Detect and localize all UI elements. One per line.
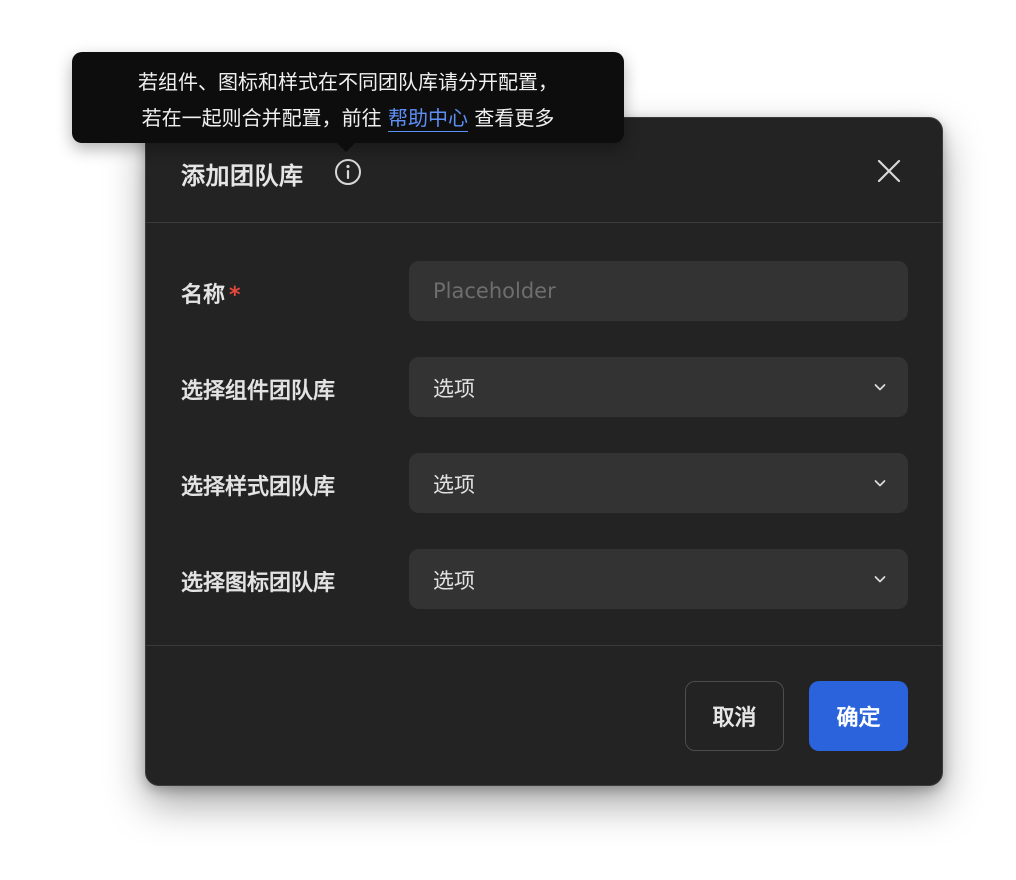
- style-library-value: 选项: [433, 473, 475, 497]
- tooltip-text: 若在一起则合并配置，前往: [141, 106, 388, 130]
- name-input[interactable]: [409, 261, 908, 321]
- add-team-library-dialog: 添加团队库 名称* 选择组件团队库 选项: [145, 117, 943, 786]
- component-library-label: 选择组件团队库: [181, 379, 336, 404]
- confirm-button[interactable]: 确定: [809, 681, 908, 751]
- name-label: 名称 *: [181, 283, 241, 308]
- tooltip-line-2: 若在一起则合并配置，前往 帮助中心 查看更多: [72, 100, 624, 136]
- chevron-down-icon: [874, 384, 886, 391]
- form-row-style-library: 选择样式团队库 选项: [146, 453, 942, 513]
- chevron-down-icon: [874, 576, 886, 583]
- icon-library-select[interactable]: 选项: [409, 549, 908, 609]
- icon-library-value: 选项: [433, 569, 475, 593]
- dialog-title: 添加团队库: [181, 162, 304, 190]
- form-row-component-library: 选择组件团队库 选项: [146, 357, 942, 417]
- component-library-select[interactable]: 选项: [409, 357, 908, 417]
- info-circle-icon[interactable]: [334, 158, 362, 186]
- tooltip-arrow: [336, 142, 356, 152]
- info-tooltip: 若组件、图标和样式在不同团队库请分开配置， 若在一起则合并配置，前往 帮助中心 …: [72, 52, 624, 152]
- icon-library-label: 选择图标团队库: [181, 571, 336, 596]
- help-center-link[interactable]: 帮助中心: [388, 106, 468, 132]
- form-row-name: 名称 *: [146, 261, 942, 321]
- footer-divider: [146, 645, 942, 646]
- tooltip-text: 查看更多: [468, 106, 555, 130]
- style-library-label: 选择样式团队库: [181, 475, 336, 500]
- component-library-value: 选项: [433, 377, 475, 401]
- tooltip-line-1: 若组件、图标和样式在不同团队库请分开配置，: [138, 70, 558, 94]
- style-library-select[interactable]: 选项: [409, 453, 908, 513]
- close-icon[interactable]: [874, 156, 904, 186]
- chevron-down-icon: [874, 480, 886, 487]
- cancel-button[interactable]: 取消: [685, 681, 784, 751]
- required-mark: *: [229, 283, 241, 308]
- page-stage: 添加团队库 名称* 选择组件团队库 选项: [0, 0, 1016, 880]
- form-row-icon-library: 选择图标团队库 选项: [146, 549, 942, 609]
